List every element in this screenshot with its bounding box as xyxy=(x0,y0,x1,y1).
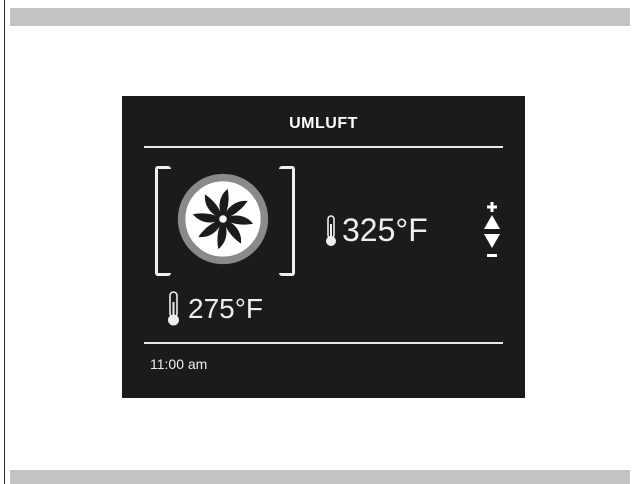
increase-temperature-button[interactable] xyxy=(482,200,502,232)
decrease-temperature-button[interactable] xyxy=(482,232,502,264)
page-edge-line xyxy=(4,0,5,484)
thermometer-icon xyxy=(326,214,336,246)
convection-mode-button[interactable] xyxy=(155,166,295,276)
left-bracket xyxy=(155,166,171,276)
manual-page: UMLUFT 325°F 275°F 11:00 am xyxy=(0,0,640,484)
top-divider xyxy=(144,146,503,148)
top-gray-bar xyxy=(10,8,630,26)
bottom-gray-bar xyxy=(10,470,630,484)
set-temperature-value: 325°F xyxy=(342,212,428,248)
current-temperature: 275°F xyxy=(165,290,263,328)
temperature-adjust xyxy=(482,200,502,264)
thermometer-icon xyxy=(168,291,179,326)
bottom-divider xyxy=(144,342,503,344)
set-temperature[interactable]: 325°F xyxy=(323,212,428,249)
oven-control-display: UMLUFT 325°F 275°F 11:00 am xyxy=(122,96,525,398)
current-temperature-value: 275°F xyxy=(188,293,264,324)
right-bracket xyxy=(279,166,295,276)
mode-title: UMLUFT xyxy=(289,115,358,132)
convection-fan-icon xyxy=(177,173,269,265)
clock-time: 11:00 am xyxy=(150,356,208,372)
